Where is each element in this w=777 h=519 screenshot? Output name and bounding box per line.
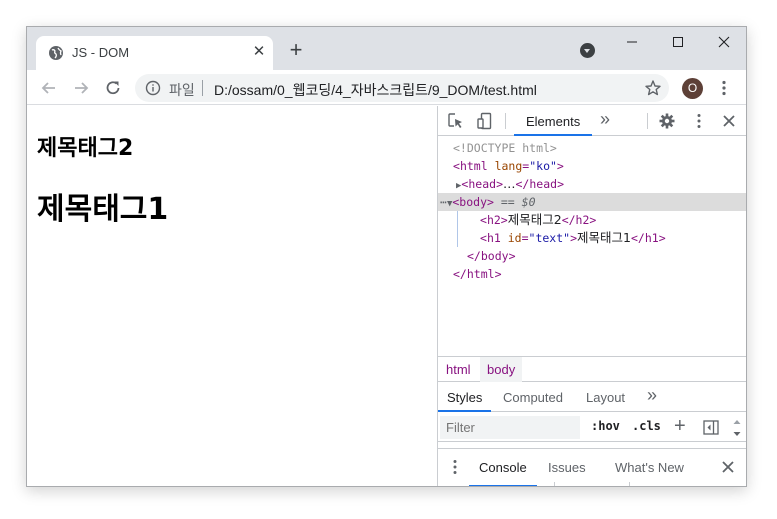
address-bar[interactable]: 파일 D:/ossam/0_웹코딩/4_자바스크립트/9_DOM/test.ht… bbox=[135, 74, 669, 102]
devtools-main-tabs: Elements » bbox=[438, 106, 746, 136]
tab-whats-new[interactable]: What's New bbox=[605, 449, 694, 477]
tab-console[interactable]: Console bbox=[469, 449, 537, 486]
dom-node-html-close[interactable]: </html> bbox=[438, 265, 746, 283]
console-toolbar-peek bbox=[438, 482, 746, 486]
breadcrumb-html[interactable]: html bbox=[439, 357, 478, 382]
dom-node-body-close[interactable]: </body> bbox=[438, 247, 746, 265]
devtools-panel: Elements » <!DOCTYPE html> <html lang="k… bbox=[437, 106, 746, 486]
browser-window: JS - DOM ✕ + 파일 D:/ossam/0_웹코딩/4_자바스크립트/… bbox=[26, 26, 747, 487]
browser-menu-icon[interactable] bbox=[715, 79, 733, 97]
settings-gear-icon[interactable] bbox=[658, 112, 676, 130]
dom-node-body[interactable]: ⋯▼<body> == $0 bbox=[438, 193, 746, 211]
reload-icon[interactable] bbox=[102, 77, 124, 99]
tab-close-icon[interactable]: ✕ bbox=[251, 44, 267, 60]
new-tab-button[interactable]: + bbox=[285, 39, 307, 62]
hover-state-button[interactable]: :hov bbox=[591, 419, 620, 433]
tab-elements[interactable]: Elements bbox=[514, 106, 593, 136]
devtools-menu-icon[interactable] bbox=[690, 112, 708, 130]
forward-arrow-icon[interactable] bbox=[70, 77, 92, 99]
bookmark-star-icon[interactable] bbox=[644, 79, 662, 97]
omnibox-divider bbox=[202, 80, 203, 96]
drawer-menu-icon[interactable] bbox=[450, 458, 460, 476]
globe-icon bbox=[49, 46, 63, 60]
page-viewport: 제목태그2 제목태그1 bbox=[27, 106, 437, 486]
tab-search-icon[interactable] bbox=[580, 43, 595, 58]
console-filter-peek bbox=[554, 482, 630, 486]
node-actions-icon[interactable]: ⋯ bbox=[440, 195, 447, 209]
browser-toolbar: 파일 D:/ossam/0_웹코딩/4_자바스크립트/9_DOM/test.ht… bbox=[27, 70, 746, 105]
page-heading-h1: 제목태그1 bbox=[37, 192, 169, 227]
dom-node-html[interactable]: <html lang="ko"> bbox=[438, 157, 746, 175]
profile-avatar[interactable]: O bbox=[682, 78, 703, 99]
info-icon[interactable] bbox=[145, 80, 161, 96]
inspect-element-icon[interactable] bbox=[447, 112, 465, 130]
tab-issues[interactable]: Issues bbox=[538, 449, 596, 477]
tab-strip: JS - DOM ✕ + bbox=[27, 27, 746, 70]
tab-computed[interactable]: Computed bbox=[494, 383, 572, 412]
styles-tabs: Styles Computed Layout » bbox=[438, 383, 746, 412]
tab-layout[interactable]: Layout bbox=[577, 383, 634, 412]
dom-node-head[interactable]: ▶<head>…</head> bbox=[438, 175, 746, 193]
drawer-close-icon[interactable] bbox=[719, 458, 737, 476]
url-text[interactable]: D:/ossam/0_웹코딩/4_자바스크립트/9_DOM/test.html bbox=[214, 80, 537, 100]
class-toggle-button[interactable]: .cls bbox=[632, 419, 661, 433]
more-tabs-icon[interactable]: » bbox=[600, 109, 610, 130]
dom-tree: <!DOCTYPE html> <html lang="ko"> ▶<head>… bbox=[438, 137, 746, 356]
tree-guide-line bbox=[457, 211, 458, 247]
filter-input[interactable] bbox=[440, 416, 580, 439]
toggle-sidebar-icon[interactable] bbox=[703, 420, 719, 435]
devtools-divider bbox=[647, 113, 648, 129]
dom-node-doctype[interactable]: <!DOCTYPE html> bbox=[438, 139, 746, 157]
more-style-tabs-icon[interactable]: » bbox=[647, 385, 657, 406]
new-style-rule-icon[interactable]: + bbox=[674, 415, 686, 438]
breadcrumb-body[interactable]: body bbox=[480, 357, 523, 382]
device-toolbar-icon[interactable] bbox=[476, 112, 494, 130]
maximize-icon[interactable] bbox=[655, 31, 701, 53]
browser-tab[interactable]: JS - DOM ✕ bbox=[36, 36, 273, 70]
devtools-divider bbox=[505, 113, 506, 129]
page-heading-h2: 제목태그2 bbox=[37, 136, 134, 161]
back-arrow-icon[interactable] bbox=[38, 77, 60, 99]
scheme-label: 파일 bbox=[169, 82, 195, 98]
devtools-close-icon[interactable] bbox=[719, 111, 739, 131]
tab-styles[interactable]: Styles bbox=[438, 383, 492, 412]
dom-node-h2[interactable]: <h2>제목태그2</h2> bbox=[438, 211, 746, 229]
dom-node-h1[interactable]: <h1 id="text">제목태그1</h1> bbox=[438, 229, 746, 247]
breadcrumb: html body bbox=[438, 356, 746, 382]
minimize-icon[interactable] bbox=[609, 31, 655, 53]
window-close-icon[interactable] bbox=[701, 31, 747, 53]
scroll-arrows-icon[interactable] bbox=[732, 417, 742, 439]
devtools-drawer: Console Issues What's New bbox=[438, 448, 746, 486]
tab-title: JS - DOM bbox=[72, 45, 130, 60]
styles-filter-bar: :hov .cls + bbox=[438, 413, 746, 442]
